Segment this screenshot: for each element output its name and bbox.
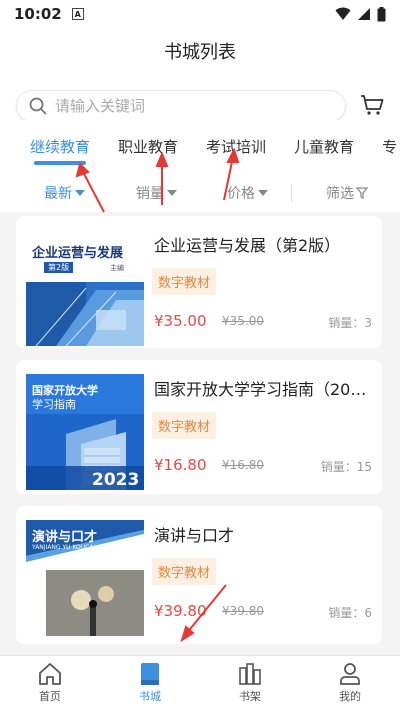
book-title: 演讲与口才 (154, 526, 235, 545)
caret-down-icon (75, 190, 85, 196)
book-sales: 销量：15 (320, 460, 372, 474)
filter-newest[interactable]: 最新 (44, 183, 85, 203)
tab-continuing-education[interactable]: 继续教育 (30, 136, 90, 165)
home-icon (39, 663, 61, 685)
nav-home-label: 首页 (39, 690, 61, 703)
book-title: 国家开放大学学习指南（2023版） (154, 380, 374, 399)
book-price: ¥39.80 (154, 602, 207, 620)
caret-down-icon (258, 190, 268, 196)
filter-sales-label: 销量 (136, 186, 164, 202)
book-tag: 数字教材 (152, 268, 217, 295)
user-icon (340, 663, 360, 685)
bottom-nav: 首页 书城 书架 我的 (0, 655, 400, 710)
nav-bookshelf[interactable]: 书架 (200, 656, 300, 710)
search-input[interactable] (55, 97, 305, 115)
filter-sales[interactable]: 销量 (136, 183, 177, 203)
cover-title: 演讲与口才 (32, 530, 98, 545)
nav-bookshelf-label: 书架 (239, 690, 261, 703)
nav-bookstore-label: 书城 (139, 690, 161, 703)
nav-profile-label: 我的 (339, 690, 361, 703)
tab-more-partial[interactable]: 专 (382, 136, 397, 157)
book-card[interactable]: 企业运营与发展 第2版 主编 企业运营与发展（第2版） 数字教材 ¥35.00 … (16, 216, 382, 348)
nav-bookstore[interactable]: 书城 (100, 656, 200, 710)
filter-price-label: 价格 (227, 186, 255, 202)
status-bar: 10:02 A (0, 0, 400, 28)
tab-vocational-education[interactable]: 职业教育 (118, 136, 178, 157)
page-title: 书城列表 (164, 42, 236, 63)
book-card[interactable]: 国家开放大学 学习指南 2023 国家开放大学学习指南（2023版） 数字教材 … (16, 360, 382, 494)
book-title: 企业运营与发展（第2版） (154, 236, 341, 255)
search-icon (29, 97, 47, 115)
filter-divider (291, 184, 292, 202)
search-row (0, 74, 400, 122)
status-icons (335, 6, 386, 22)
cover-author: 主编 (110, 264, 124, 272)
filter-price[interactable]: 价格 (227, 183, 268, 203)
book-icon (141, 663, 159, 685)
nav-home[interactable]: 首页 (0, 656, 100, 710)
battery-icon (377, 6, 386, 21)
tab-children-education[interactable]: 儿童教育 (294, 136, 354, 157)
book-tag: 数字教材 (152, 558, 217, 585)
book-card[interactable]: 演讲与口才 YANJIANG YU KOUCAI 演讲与口才 数字教材 ¥39.… (16, 506, 382, 644)
tab-exam-training[interactable]: 考试培训 (206, 136, 266, 157)
book-price: ¥35.00 (154, 312, 207, 330)
cover-subtitle: 学习指南 (32, 398, 76, 411)
book-sales: 销量：3 (328, 316, 372, 330)
book-sales: 销量：6 (328, 606, 372, 620)
filter-screen[interactable]: 筛选 (326, 183, 368, 203)
book-price: ¥16.80 (154, 456, 207, 474)
filter-bar: 最新 销量 价格 筛选 (0, 174, 400, 212)
search-box[interactable] (16, 90, 346, 122)
filter-newest-label: 最新 (44, 186, 72, 202)
funnel-icon (356, 187, 368, 199)
filter-screen-label: 筛选 (326, 186, 354, 202)
cover-pinyin: YANJIANG YU KOUCAI (32, 544, 96, 551)
book-cover: 演讲与口才 YANJIANG YU KOUCAI (26, 520, 144, 636)
book-cover: 国家开放大学 学习指南 2023 (26, 374, 144, 490)
shelf-icon (239, 663, 261, 685)
category-tabs: 继续教育 职业教育 考试培训 儿童教育 专 (0, 120, 400, 174)
cover-title: 企业运营与发展 (32, 246, 124, 261)
status-time: 10:02 (14, 5, 62, 23)
book-cover: 企业运营与发展 第2版 主编 (26, 230, 144, 346)
page-title-bar: 书城列表 (0, 28, 400, 74)
book-original-price: ¥16.80 (222, 458, 264, 472)
book-tag: 数字教材 (152, 412, 217, 439)
nav-profile[interactable]: 我的 (300, 656, 400, 710)
wifi-icon (335, 7, 351, 20)
caret-down-icon (167, 190, 177, 196)
book-original-price: ¥39.80 (222, 604, 264, 618)
cover-year: 2023 (92, 470, 140, 490)
cover-badge: 第2版 (44, 262, 74, 273)
sim-icon: A (71, 8, 84, 20)
book-original-price: ¥35.00 (222, 314, 264, 328)
cart-icon[interactable] (360, 94, 384, 116)
signal-icon (358, 8, 370, 20)
